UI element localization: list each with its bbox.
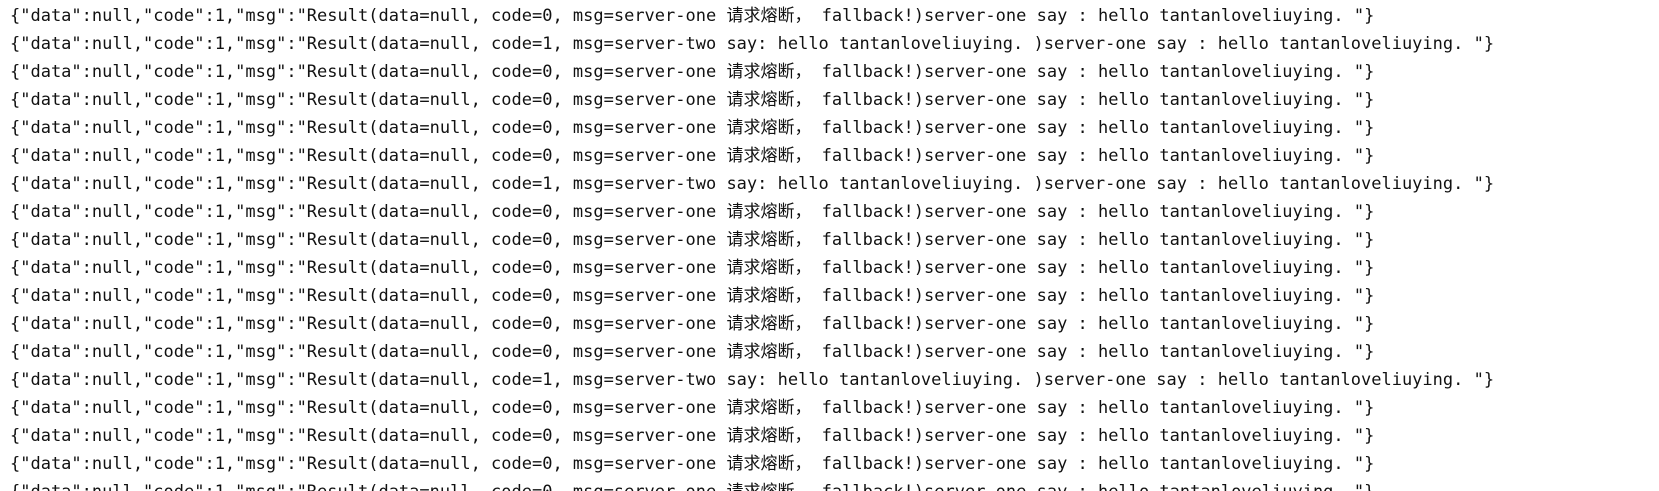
log-line: {"data":null,"code":1,"msg":"Result(data… xyxy=(10,174,1495,194)
log-line: {"data":null,"code":1,"msg":"Result(data… xyxy=(10,62,1375,82)
log-line: {"data":null,"code":1,"msg":"Result(data… xyxy=(10,398,1375,418)
log-line: {"data":null,"code":1,"msg":"Result(data… xyxy=(10,118,1375,138)
log-line: {"data":null,"code":1,"msg":"Result(data… xyxy=(10,34,1495,54)
log-line: {"data":null,"code":1,"msg":"Result(data… xyxy=(10,146,1375,166)
log-line: {"data":null,"code":1,"msg":"Result(data… xyxy=(10,370,1495,390)
log-line: {"data":null,"code":1,"msg":"Result(data… xyxy=(10,314,1375,334)
log-line: {"data":null,"code":1,"msg":"Result(data… xyxy=(10,286,1375,306)
log-line: {"data":null,"code":1,"msg":"Result(data… xyxy=(10,478,1659,491)
log-line: {"data":null,"code":1,"msg":"Result(data… xyxy=(10,258,1375,278)
log-line: {"data":null,"code":1,"msg":"Result(data… xyxy=(10,426,1375,446)
log-line: {"data":null,"code":1,"msg":"Result(data… xyxy=(10,230,1375,250)
log-line: {"data":null,"code":1,"msg":"Result(data… xyxy=(10,202,1375,222)
console-output[interactable]: {"data":null,"code":1,"msg":"Result(data… xyxy=(10,2,1659,491)
log-line: {"data":null,"code":1,"msg":"Result(data… xyxy=(10,454,1375,474)
log-line: {"data":null,"code":1,"msg":"Result(data… xyxy=(10,342,1375,362)
log-line: {"data":null,"code":1,"msg":"Result(data… xyxy=(10,6,1375,26)
log-line: {"data":null,"code":1,"msg":"Result(data… xyxy=(10,90,1375,110)
